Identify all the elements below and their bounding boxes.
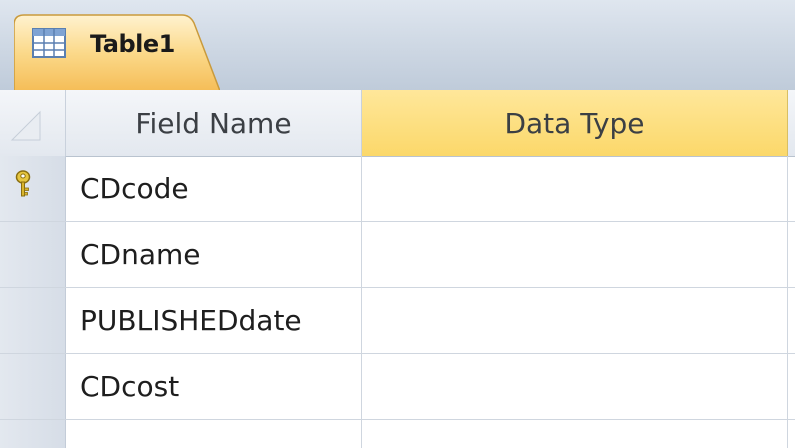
table-icon: [32, 28, 66, 58]
field-name-cell[interactable]: PUBLISHEDdate: [66, 288, 362, 353]
data-type-cell[interactable]: [362, 354, 788, 419]
description-cell[interactable]: [788, 420, 795, 448]
data-type-cell[interactable]: [362, 222, 788, 287]
row-selector[interactable]: [0, 288, 66, 353]
table-design-view: Table1 Field Name Data Type CDcode CDnam…: [0, 0, 795, 448]
description-cell[interactable]: [788, 354, 795, 419]
description-cell[interactable]: [788, 288, 795, 353]
data-type-cell[interactable]: [362, 156, 788, 221]
data-type-cell[interactable]: [362, 420, 788, 448]
table-row-new[interactable]: [0, 420, 795, 448]
design-grid: Field Name Data Type CDcode CDname PUBLI…: [0, 90, 795, 448]
corner-triangle-icon: [10, 110, 41, 141]
document-tab-strip: Table1: [0, 0, 795, 91]
select-all-corner[interactable]: [0, 90, 66, 156]
data-type-cell[interactable]: [362, 288, 788, 353]
tab-table1[interactable]: Table1: [14, 13, 220, 91]
field-name-cell[interactable]: CDcode: [66, 156, 362, 221]
description-cell[interactable]: [788, 222, 795, 287]
column-header-data-type[interactable]: Data Type: [362, 90, 788, 156]
table-row[interactable]: CDcost: [0, 354, 795, 420]
row-selector[interactable]: [0, 354, 66, 419]
description-cell[interactable]: [788, 156, 795, 221]
row-selector[interactable]: [0, 156, 66, 221]
field-name-cell[interactable]: [66, 420, 362, 448]
primary-key-icon: [15, 170, 31, 197]
table-row[interactable]: CDname: [0, 222, 795, 288]
column-header-row: Field Name Data Type: [0, 90, 795, 157]
table-row[interactable]: PUBLISHEDdate: [0, 288, 795, 354]
field-name-cell[interactable]: CDname: [66, 222, 362, 287]
field-name-cell[interactable]: CDcost: [66, 354, 362, 419]
column-header-description[interactable]: [788, 90, 795, 156]
row-selector[interactable]: [0, 222, 66, 287]
table-row[interactable]: CDcode: [0, 156, 795, 222]
row-selector[interactable]: [0, 420, 66, 448]
tab-label: Table1: [90, 30, 175, 58]
column-header-field-name[interactable]: Field Name: [66, 90, 362, 156]
